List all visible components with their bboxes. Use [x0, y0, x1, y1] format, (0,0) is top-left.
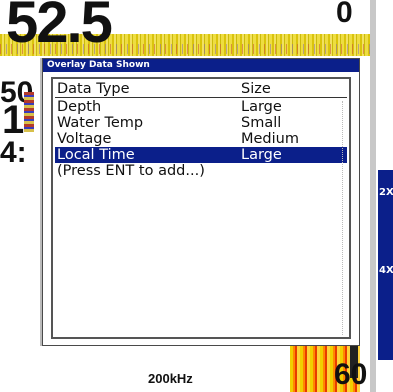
column-header-size: Size: [241, 81, 271, 97]
list-item-voltage[interactable]: Voltage Medium: [55, 131, 347, 147]
list-item-type: (Press ENT to add...): [57, 163, 205, 179]
list-item-size: Medium: [241, 131, 299, 147]
list-item-size: Large: [241, 99, 282, 115]
list-item-type: Depth: [57, 99, 102, 115]
list-item-water-temp[interactable]: Water Temp Small: [55, 115, 347, 131]
overlay-data-list[interactable]: Data Type Size Depth Large Water Temp Sm…: [51, 77, 351, 339]
zoom-4x-label: 4X: [379, 265, 393, 276]
column-header-type: Data Type: [57, 81, 130, 97]
depth-readout: 52.5: [6, 0, 113, 55]
range-bottom-label: 60: [334, 358, 368, 391]
overlay-data-dialog: Overlay Data Shown Data Type Size Depth …: [42, 58, 360, 346]
frequency-label: 200kHz: [148, 371, 193, 386]
list-header: Data Type Size: [55, 81, 347, 98]
list-scrollbar[interactable]: [342, 101, 347, 335]
list-item-local-time[interactable]: Local Time Large: [55, 147, 347, 163]
screen-divider: [370, 0, 376, 392]
list-item-size: Large: [241, 147, 282, 163]
list-item-type: Water Temp: [57, 115, 144, 131]
hidden-readout-3: 4:: [0, 136, 27, 169]
list-item-depth[interactable]: Depth Large: [55, 99, 347, 115]
list-item-type: Voltage: [57, 131, 112, 147]
sonar-return-mark: [24, 92, 34, 132]
sonar-screen: 52.5 0 50 1 4: 2X 4X 60 200kHz Overlay D…: [0, 0, 393, 392]
range-top-label: 0: [336, 0, 353, 29]
list-item-size: Small: [241, 115, 282, 131]
dialog-title: Overlay Data Shown: [43, 59, 359, 72]
list-item-type: Local Time: [57, 147, 135, 163]
hidden-readout-2: 1: [2, 98, 25, 142]
list-item-add-prompt[interactable]: (Press ENT to add...): [55, 163, 347, 179]
zoom-2x-label: 2X: [379, 187, 393, 198]
